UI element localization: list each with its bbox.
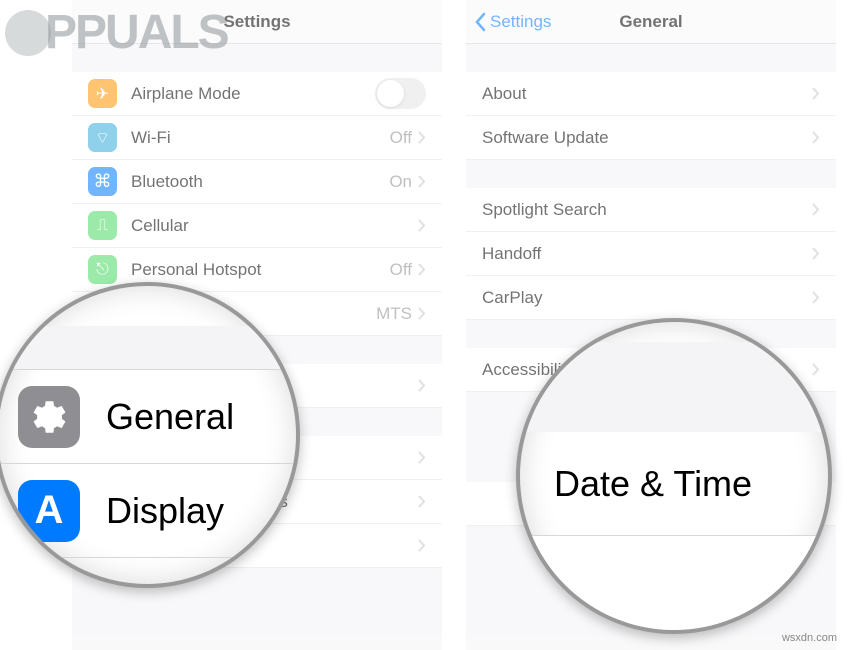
row-label: About (482, 84, 812, 104)
row-label: Personal Hotspot (131, 260, 390, 280)
chevron-right-icon (418, 263, 426, 276)
hotspot-icon: ⎋ (88, 255, 117, 284)
magnifier-left: General A Display (0, 282, 300, 588)
row-carplay[interactable]: CarPlay (466, 276, 836, 320)
chevron-right-icon (812, 247, 820, 260)
row-bluetooth[interactable]: ⌘ Bluetooth On (72, 160, 442, 204)
lens-row-below (520, 536, 828, 634)
magnifier-right: Date & Time (516, 318, 832, 634)
chevron-right-icon (812, 131, 820, 144)
bluetooth-icon: ⌘ (88, 167, 117, 196)
credit-text: wsxdn.com (782, 632, 837, 644)
lens-row-display[interactable]: A Display (0, 464, 296, 558)
chevron-left-icon (474, 12, 486, 32)
row-cellular[interactable]: ⎍ Cellular (72, 204, 442, 248)
watermark-text: PPUALS (45, 5, 228, 60)
row-airplane-mode[interactable]: ✈ Airplane Mode (72, 72, 442, 116)
page-title: Settings (223, 12, 290, 32)
chevron-right-icon (418, 379, 426, 392)
chevron-right-icon (812, 203, 820, 216)
row-label: Cellular (131, 216, 418, 236)
row-handoff[interactable]: Handoff (466, 232, 836, 276)
back-label: Settings (490, 12, 551, 32)
lens-label-display: Display (106, 490, 224, 532)
row-value: Off (390, 260, 412, 280)
chevron-right-icon (418, 307, 426, 320)
chevron-right-icon (418, 175, 426, 188)
back-button[interactable]: Settings (474, 0, 551, 44)
row-label: Handoff (482, 244, 812, 264)
chevron-right-icon (418, 219, 426, 232)
lens-label-date-time: Date & Time (554, 463, 752, 505)
appuals-watermark: PPUALS (5, 5, 228, 60)
chevron-right-icon (418, 451, 426, 464)
row-value: MTS (376, 304, 412, 324)
row-wifi[interactable]: ⌔ Wi-Fi Off (72, 116, 442, 160)
wifi-icon: ⌔ (88, 123, 117, 152)
watermark-logo-icon (5, 10, 51, 56)
lens-label-general: General (106, 396, 234, 438)
navbar-general: Settings General (466, 0, 836, 44)
lens-row-date-time[interactable]: Date & Time (520, 432, 828, 536)
chevron-right-icon (812, 291, 820, 304)
gear-icon (18, 386, 80, 448)
airplane-toggle[interactable] (375, 78, 426, 109)
row-label: Bluetooth (131, 172, 389, 192)
chevron-right-icon (812, 87, 820, 100)
chevron-right-icon (418, 539, 426, 552)
row-software-update[interactable]: Software Update (466, 116, 836, 160)
chevron-right-icon (418, 495, 426, 508)
row-about[interactable]: About (466, 72, 836, 116)
chevron-right-icon (418, 131, 426, 144)
lens-row-general[interactable]: General (0, 370, 296, 464)
page-title: General (619, 12, 682, 32)
row-value: On (389, 172, 412, 192)
row-label: Software Update (482, 128, 812, 148)
row-label: Wi-Fi (131, 128, 390, 148)
row-label: Spotlight Search (482, 200, 812, 220)
row-value: Off (390, 128, 412, 148)
row-label: Airplane Mode (131, 84, 375, 104)
row-label: CarPlay (482, 288, 812, 308)
display-icon: A (18, 480, 80, 542)
airplane-icon: ✈ (88, 79, 117, 108)
row-spotlight-search[interactable]: Spotlight Search (466, 188, 836, 232)
cellular-icon: ⎍ (88, 211, 117, 240)
